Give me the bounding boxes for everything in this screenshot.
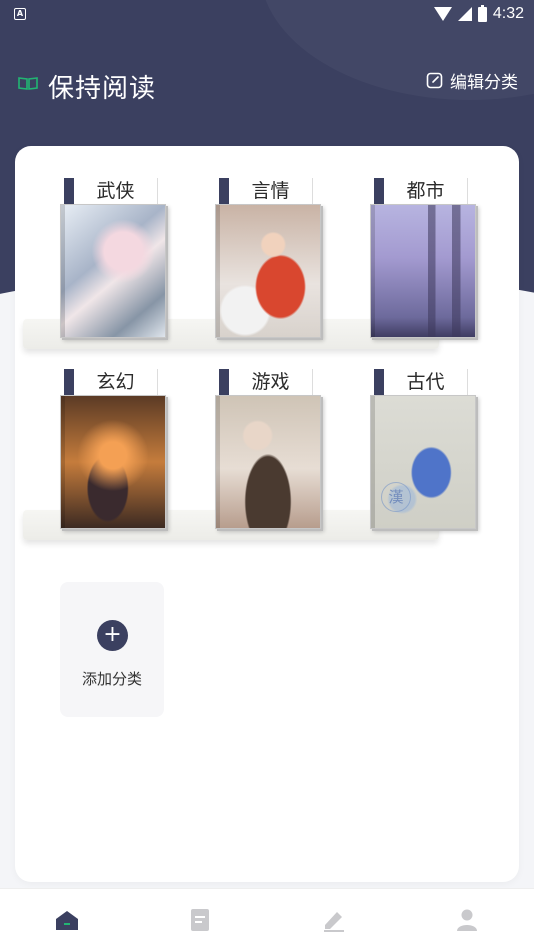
category-book-yanqing[interactable]: 言情	[215, 146, 325, 338]
edit-categories-button[interactable]: 编辑分类	[426, 68, 518, 93]
book-open-icon	[18, 77, 38, 90]
user-icon	[457, 909, 478, 931]
nav-home[interactable]	[0, 889, 134, 950]
category-tab: 古代	[374, 369, 468, 395]
app-bar: 保持阅读 编辑分类	[0, 60, 534, 108]
nav-write[interactable]	[267, 889, 401, 950]
category-tab: 玄幻	[64, 369, 158, 395]
ancient-cover-art: 漢	[370, 395, 476, 529]
category-label: 言情	[229, 178, 313, 204]
page-title: 保持阅读	[48, 74, 157, 104]
status-bar: A 4:32	[0, 0, 534, 28]
category-book-dushi[interactable]: 都市	[370, 146, 480, 338]
status-time: 4:32	[492, 5, 524, 22]
signal-icon	[457, 7, 472, 21]
bookshelf-card: 武侠 言情 都市 玄幻 游戏 古代 漢 + 添加分类	[15, 146, 519, 882]
battery-icon	[477, 4, 487, 22]
category-label: 都市	[384, 178, 468, 204]
tab-marker	[64, 369, 74, 395]
tab-marker	[64, 178, 74, 204]
tab-marker	[219, 178, 229, 204]
romance-cover-art	[215, 204, 321, 338]
category-book-gudai[interactable]: 古代 漢	[370, 337, 480, 529]
pen-icon	[323, 911, 344, 932]
plus-icon: +	[97, 620, 128, 651]
category-book-wuxia[interactable]: 武侠	[60, 146, 170, 338]
add-category-label: 添加分类	[81, 670, 142, 688]
tab-marker	[374, 369, 384, 395]
wifi-icon	[433, 7, 452, 21]
nav-library[interactable]	[134, 889, 268, 950]
category-tab: 游戏	[219, 369, 313, 395]
seal-stamp: 漢	[381, 482, 411, 512]
tab-marker	[219, 369, 229, 395]
category-tab: 武侠	[64, 178, 158, 204]
city-skyline-cover-art	[370, 204, 476, 338]
category-label: 武侠	[74, 178, 158, 204]
category-tab: 都市	[374, 178, 468, 204]
category-book-xuanhuan[interactable]: 玄幻	[60, 337, 170, 529]
bottom-nav	[0, 888, 534, 950]
game-cover-art	[215, 395, 321, 529]
document-icon	[191, 908, 210, 931]
category-book-youxi[interactable]: 游戏	[215, 337, 325, 529]
app-badge-icon: A	[14, 8, 26, 20]
tab-marker	[374, 178, 384, 204]
nav-profile[interactable]	[401, 889, 534, 950]
edit-icon	[426, 72, 443, 89]
category-label: 玄幻	[74, 369, 158, 395]
fantasy-cover-art	[60, 395, 166, 529]
category-label: 古代	[384, 369, 468, 395]
home-icon	[55, 910, 78, 930]
add-category-button[interactable]: + 添加分类	[60, 582, 164, 717]
category-tab: 言情	[219, 178, 313, 204]
edit-categories-label: 编辑分类	[450, 73, 518, 93]
category-label: 游戏	[229, 369, 313, 395]
wuxia-cover-art	[60, 204, 166, 338]
